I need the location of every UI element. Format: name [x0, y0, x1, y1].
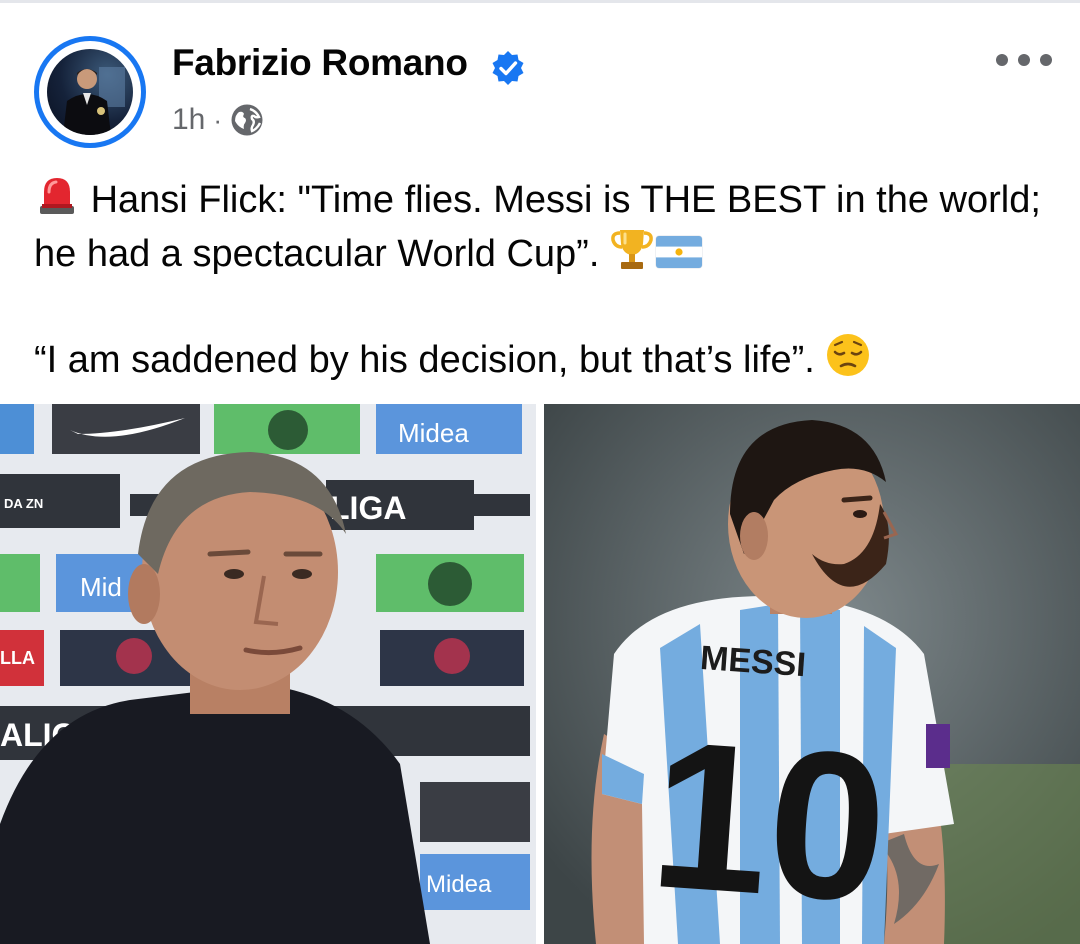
post-paragraph: “I am saddened by his decision, but that… — [34, 332, 1044, 386]
paragraph-text: Hansi Flick: "Time flies. Messi is THE B… — [34, 179, 1041, 275]
more-dot — [1040, 54, 1052, 66]
globe-icon[interactable] — [230, 103, 264, 137]
author-avatar[interactable] — [34, 36, 146, 148]
more-dot — [996, 54, 1008, 66]
post-body: Hansi Flick: "Time flies. Messi is THE B… — [34, 172, 1044, 386]
pensive-face-emoji — [827, 334, 870, 376]
post-meta: 1h · — [172, 100, 264, 140]
police-light-emoji — [40, 178, 74, 214]
author-name[interactable]: Fabrizio Romano — [172, 42, 468, 84]
verified-badge-icon — [492, 51, 524, 85]
backdrop-lla-text: LLA — [0, 648, 35, 668]
meta-separator: · — [213, 104, 223, 135]
jersey-name: MESSI — [699, 639, 807, 684]
avatar-photo — [47, 49, 133, 135]
backdrop-midea-text-bottom: Midea — [426, 871, 492, 898]
top-divider — [0, 0, 1080, 3]
post-timestamp[interactable]: 1h — [172, 103, 205, 137]
argentina-flag-emoji — [655, 235, 703, 269]
more-options-button[interactable] — [996, 50, 1052, 70]
jersey-number: 10 — [644, 696, 893, 944]
backdrop-mid-text: Mid — [80, 572, 122, 602]
hansi-flick-photo[interactable]: Midea DA ZN LIGA Mid LLA ALIGA Midea — [0, 404, 536, 944]
backdrop-midea-text: Midea — [398, 418, 469, 448]
post-paragraph: Hansi Flick: "Time flies. Messi is THE B… — [34, 172, 1044, 280]
messi-photo[interactable]: MESSI 10 — [544, 404, 1080, 944]
more-dot — [1018, 54, 1030, 66]
backdrop-dazn-text: DA ZN — [4, 496, 43, 511]
paragraph-text: “I am saddened by his decision, but that… — [34, 339, 815, 381]
trophy-emoji — [611, 230, 653, 269]
